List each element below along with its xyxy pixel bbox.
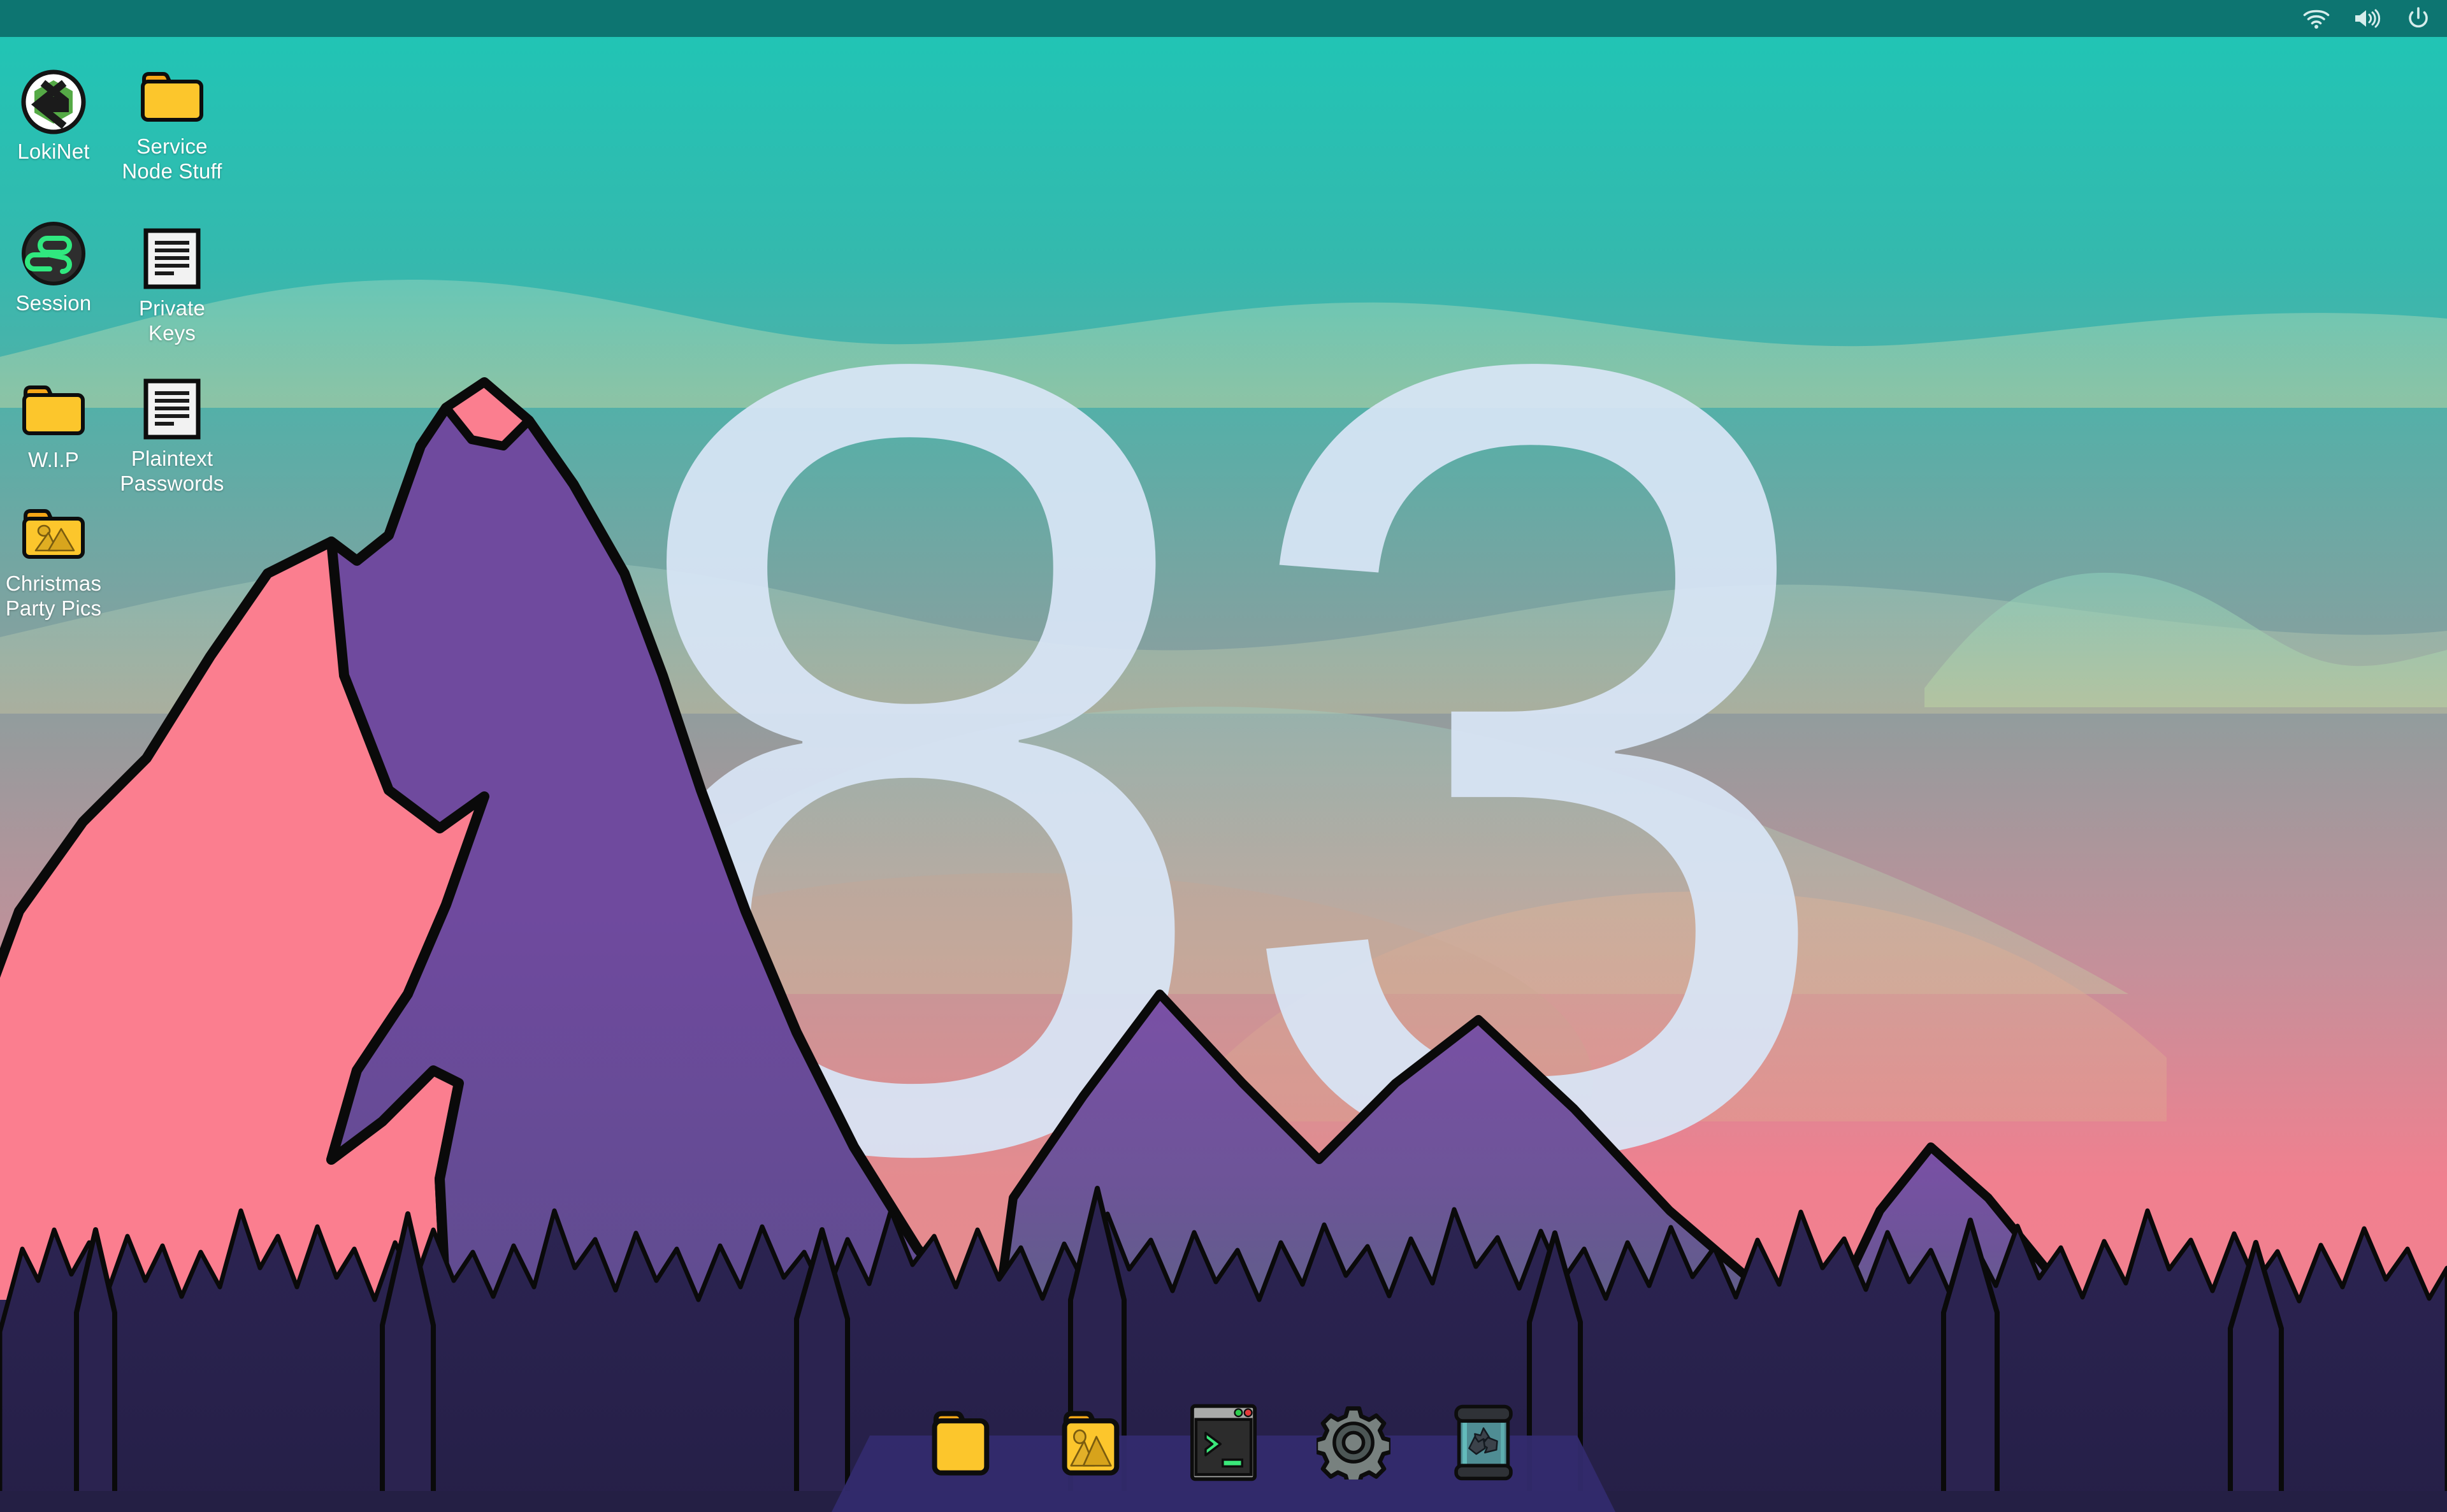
desktop-icon-label: W.I.P <box>28 448 79 472</box>
desktop-icon-wip[interactable]: W.I.P <box>9 372 98 477</box>
desktop-icon-christmas-party-pics[interactable]: Christmas Party Pics <box>6 496 101 626</box>
trash-dock-item[interactable] <box>1443 1395 1524 1490</box>
desktop-icon-session[interactable]: Session <box>9 215 98 320</box>
volume-icon[interactable] <box>2353 4 2382 33</box>
desktop-icon-label: Plaintext Passwords <box>120 447 224 495</box>
settings-dock-item[interactable] <box>1313 1395 1394 1490</box>
wallpaper: 83 <box>0 0 2447 1512</box>
dock-items <box>832 1395 1615 1497</box>
top-panel <box>0 0 2447 37</box>
pictures-dock-item[interactable] <box>1053 1395 1134 1490</box>
folder-icon <box>138 62 206 131</box>
desktop-icon-service-node-stuff[interactable]: Service Node Stuff <box>122 59 222 189</box>
desktop-icon-lokinet[interactable]: LokiNet <box>9 64 98 169</box>
terminal-dock-item[interactable] <box>1183 1395 1264 1490</box>
files-dock-item[interactable] <box>923 1395 1004 1490</box>
desktop-icon-private-keys[interactable]: Private Keys <box>127 220 217 350</box>
folder-icon <box>19 376 88 445</box>
document-icon <box>138 375 206 443</box>
lokinet-icon <box>19 68 88 136</box>
desktop-icon-plaintext-passwords[interactable]: Plaintext Passwords <box>120 371 224 501</box>
desktop-icon-label: LokiNet <box>17 140 90 163</box>
wifi-icon[interactable] <box>2302 4 2331 33</box>
desktop-screen: 83 LokiNet Service Node Stuff Session Pr… <box>0 0 2447 1512</box>
dock <box>832 1391 1615 1512</box>
desktop-icon-label: Service Node Stuff <box>122 134 222 183</box>
desktop-icon-label: Session <box>15 291 92 315</box>
desktop-icon-label: Private Keys <box>138 296 206 345</box>
document-icon <box>138 224 206 293</box>
pictures-folder-icon <box>19 500 88 568</box>
power-icon[interactable] <box>2404 4 2433 33</box>
desktop-icon-label: Christmas Party Pics <box>5 572 102 620</box>
system-tray <box>2302 4 2433 33</box>
session-icon <box>19 219 88 288</box>
